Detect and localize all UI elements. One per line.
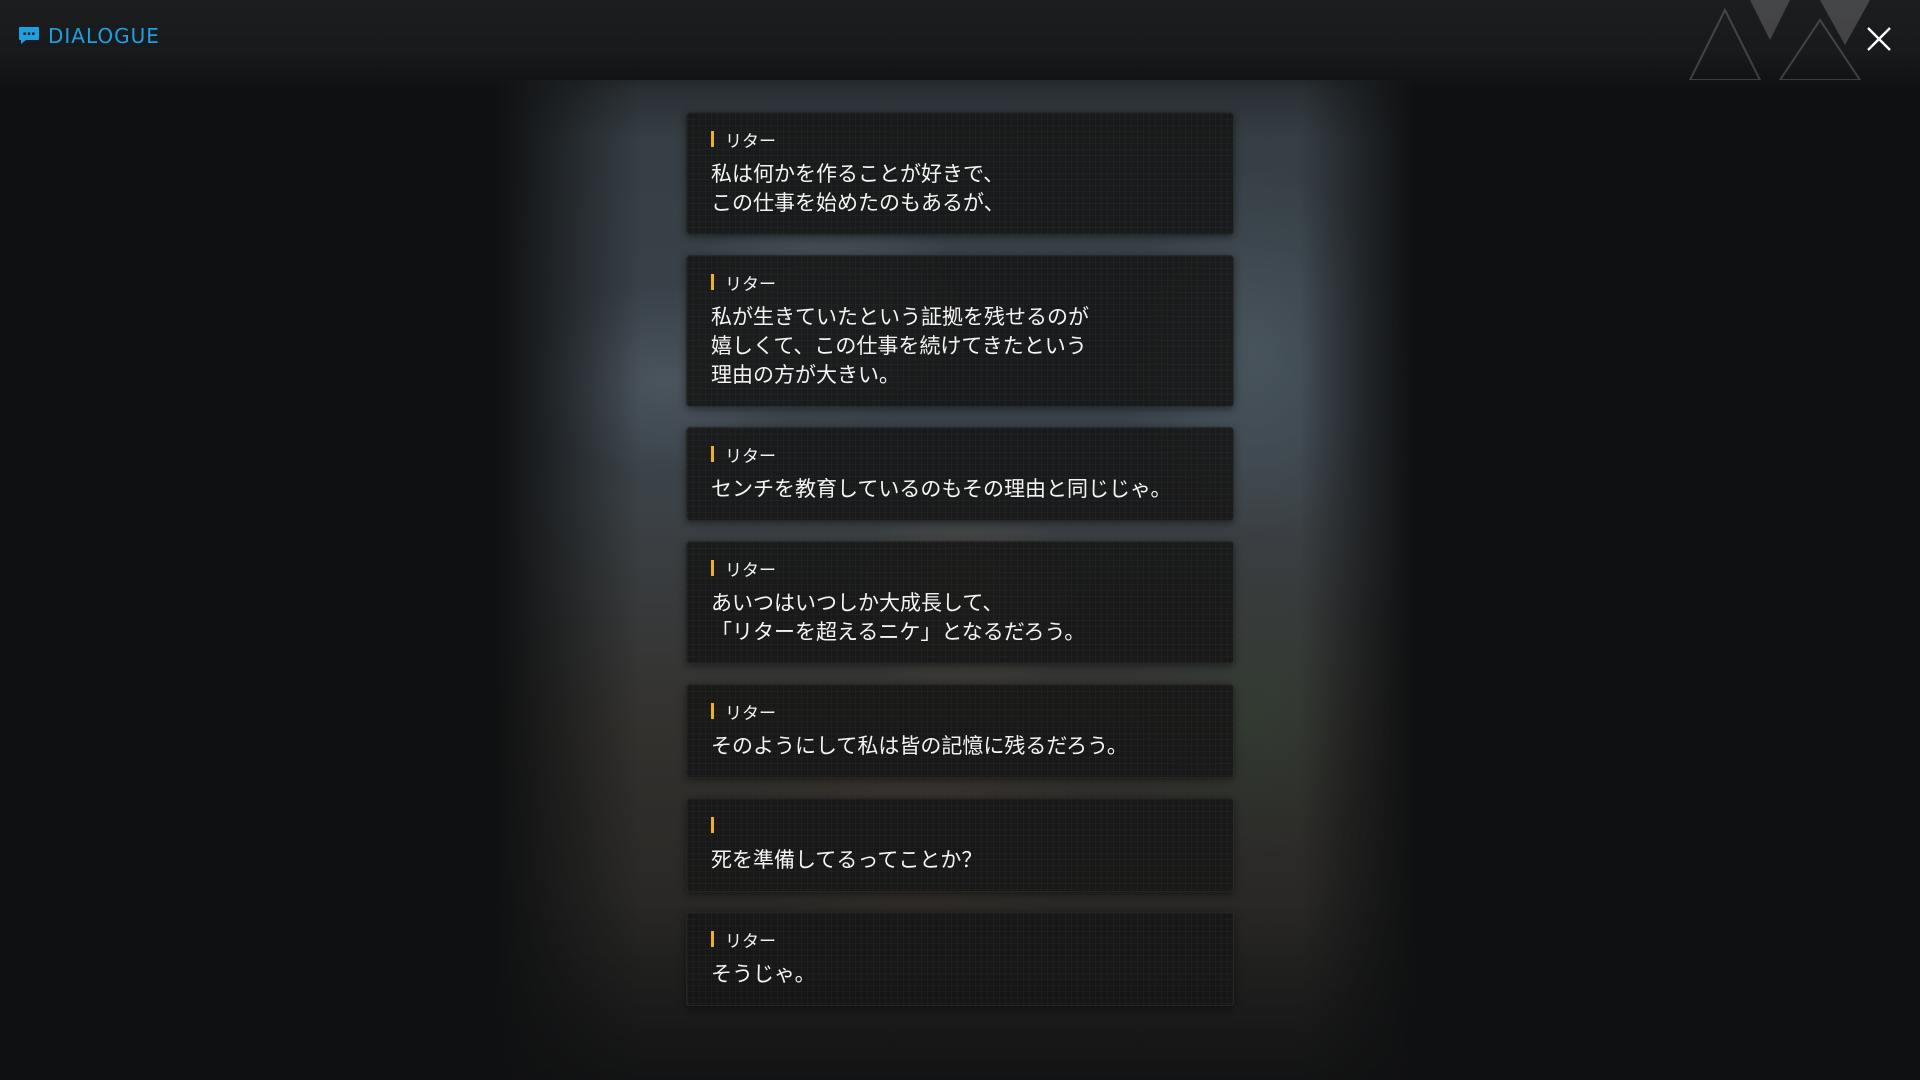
speaker-row: リター: [711, 929, 1209, 952]
dialogue-text: そうじゃ。: [711, 962, 816, 986]
speaker-name: リター: [725, 446, 776, 467]
close-button[interactable]: [1862, 22, 1896, 56]
close-icon: [1867, 27, 1891, 51]
speaker-marker: [711, 274, 714, 290]
speaker-row: リター: [711, 129, 1209, 152]
dialogue-entry: 死を準備してるってことか？: [686, 798, 1234, 892]
speaker-name: リター: [725, 560, 776, 581]
speaker-marker: [711, 817, 714, 833]
dialogue-log-list[interactable]: リター 私は何かを作ることが好きで、 この仕事を始めたのもあるが、 リター 私が生きて…: [686, 112, 1234, 1026]
speaker-name: リター: [725, 703, 776, 724]
speaker-row: リター: [711, 444, 1209, 467]
dialogue-screen: DIALOGUE リター私は何かを作ることが好きで、 この仕事を始めたのもあるが…: [0, 0, 1920, 1080]
speaker-row: [711, 815, 1209, 835]
page-title: DIALOGUE: [18, 24, 160, 48]
decorative-triangles-icon: [1688, 0, 1870, 80]
dialogue-entry: リターあいつはいつしか大成長して、 「リターを超えるニケ」となるだろう。: [686, 541, 1234, 664]
speaker-marker: [711, 703, 714, 719]
speaker-marker: [711, 931, 714, 947]
dialogue-entry: リターそうじゃ。: [686, 912, 1234, 1006]
speaker-row: リター: [711, 272, 1209, 295]
speaker-marker: [711, 446, 714, 462]
dialogue-entry: リターセンチを教育しているのもその理由と同じじゃ。: [686, 427, 1234, 521]
speaker-marker: [711, 560, 714, 576]
speaker-name: リター: [725, 274, 776, 295]
dialogue-entry: リターそのようにして私は皆の記憶に残るだろう。: [686, 684, 1234, 778]
dialogue-text: あいつはいつしか大成長して、 「リターを超えるニケ」となるだろう。: [711, 591, 1086, 644]
dialogue-text: そのようにして私は皆の記憶に残るだろう。: [711, 734, 1128, 758]
dialogue-text: 死を準備してるってことか？: [711, 848, 983, 872]
speaker-name: リター: [725, 931, 776, 952]
dialogue-text: センチを教育しているのもその理由と同じじゃ。: [711, 477, 1172, 501]
speaker-row: リター: [711, 701, 1209, 724]
dialogue-entry: リター私が生きていたという証拠を残せるのが 嬉しくて、この仕事を続けてきたという…: [686, 255, 1234, 407]
dialogue-text: 私が生きていたという証拠を残せるのが 嬉しくて、この仕事を続けてきたという 理由…: [711, 305, 1089, 387]
page-title-label: DIALOGUE: [48, 24, 160, 48]
speaker-row: リター: [711, 558, 1209, 581]
speaker-name: リター: [725, 131, 776, 152]
dialogue-text: 私は何かを作ることが好きで、 この仕事を始めたのもあるが、: [711, 162, 1005, 215]
speaker-marker: [711, 131, 714, 147]
dialogue-entry: リター私は何かを作ることが好きで、 この仕事を始めたのもあるが、: [686, 112, 1234, 235]
top-bar: DIALOGUE: [0, 0, 1920, 90]
chat-bubble-icon: [18, 26, 40, 46]
